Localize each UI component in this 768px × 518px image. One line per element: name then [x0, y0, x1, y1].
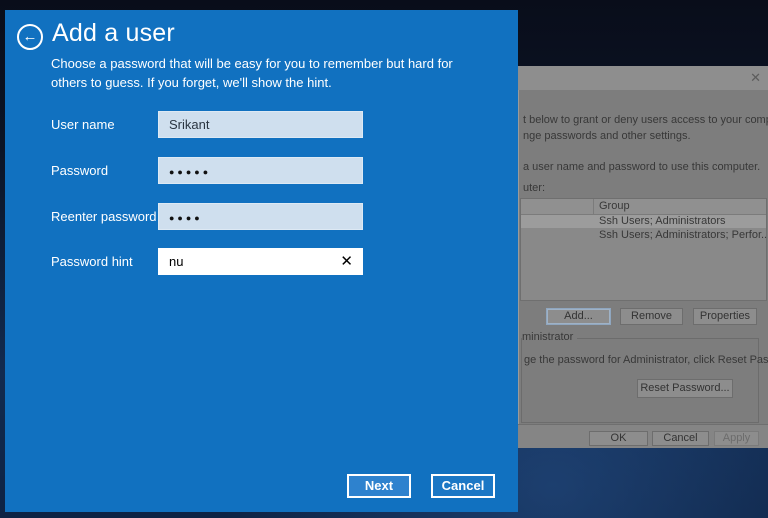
username-field[interactable]: Srikant	[158, 111, 363, 138]
dialog-text-line: a user name and password to use this com…	[523, 161, 760, 173]
cancel-button[interactable]: Cancel	[431, 474, 495, 498]
properties-button[interactable]: Properties	[693, 308, 757, 325]
dialog-cancel-button[interactable]: Cancel	[652, 431, 709, 446]
list-header[interactable]: Group	[521, 199, 766, 215]
page-title: Add a user	[52, 19, 175, 48]
password-instructions: Choose a password that will be easy for …	[51, 54, 469, 92]
password-hint-label: Password hint	[51, 254, 133, 269]
ok-button[interactable]: OK	[589, 431, 648, 446]
reset-password-text: ge the password for Administrator, click…	[524, 354, 768, 366]
reenter-password-field[interactable]: ●●●●	[158, 203, 363, 230]
close-icon[interactable]: ✕	[750, 71, 761, 85]
reenter-password-row: Reenter password ●●●●	[5, 203, 518, 230]
password-label: Password	[51, 163, 108, 178]
reenter-password-label: Reenter password	[51, 209, 157, 224]
list-item[interactable]: Ssh Users; Administrators; Perfor...	[521, 229, 766, 242]
username-label: User name	[51, 117, 115, 132]
dialog-titlebar: ✕	[518, 66, 768, 90]
username-value: Srikant	[169, 117, 209, 132]
dialog-text-line: nge passwords and other settings.	[523, 130, 691, 142]
dialog-text-line: uter:	[523, 182, 545, 194]
username-row: User name Srikant	[5, 111, 518, 138]
dialog-footer: OK Cancel Apply	[518, 424, 768, 448]
list-item-label: Ssh Users; Administrators	[599, 215, 726, 228]
password-row: Password ●●●●●	[5, 157, 518, 184]
reset-password-button[interactable]: Reset Password...	[637, 379, 733, 398]
clear-text-icon[interactable]: ✕	[340, 249, 353, 274]
back-arrow-icon: ←	[23, 28, 38, 45]
add-button[interactable]: Add...	[546, 308, 611, 325]
column-divider	[593, 199, 594, 214]
groupbox-label: ministrator	[522, 331, 577, 343]
list-item[interactable]: Ssh Users; Administrators	[521, 215, 766, 228]
password-hint-row: Password hint nu ✕	[5, 248, 518, 275]
remove-button[interactable]: Remove	[620, 308, 683, 325]
group-column-header[interactable]: Group	[599, 200, 630, 212]
apply-button: Apply	[714, 431, 759, 446]
password-masked-value: ●●●●●	[169, 167, 211, 177]
reenter-password-masked-value: ●●●●	[169, 213, 203, 223]
list-item-label: Ssh Users; Administrators; Perfor...	[599, 229, 766, 242]
password-hint-field[interactable]: nu ✕	[158, 248, 363, 275]
back-button[interactable]: ←	[17, 24, 43, 50]
dialog-text-line: t below to grant or deny users access to…	[523, 114, 768, 126]
password-field[interactable]: ●●●●●	[158, 157, 363, 184]
user-accounts-dialog: ✕ t below to grant or deny users access …	[518, 66, 768, 448]
next-button[interactable]: Next	[347, 474, 411, 498]
add-user-panel: ← Add a user Choose a password that will…	[5, 10, 518, 512]
password-hint-value: nu	[169, 254, 183, 269]
users-list[interactable]: Group Ssh Users; Administrators Ssh User…	[520, 198, 767, 301]
